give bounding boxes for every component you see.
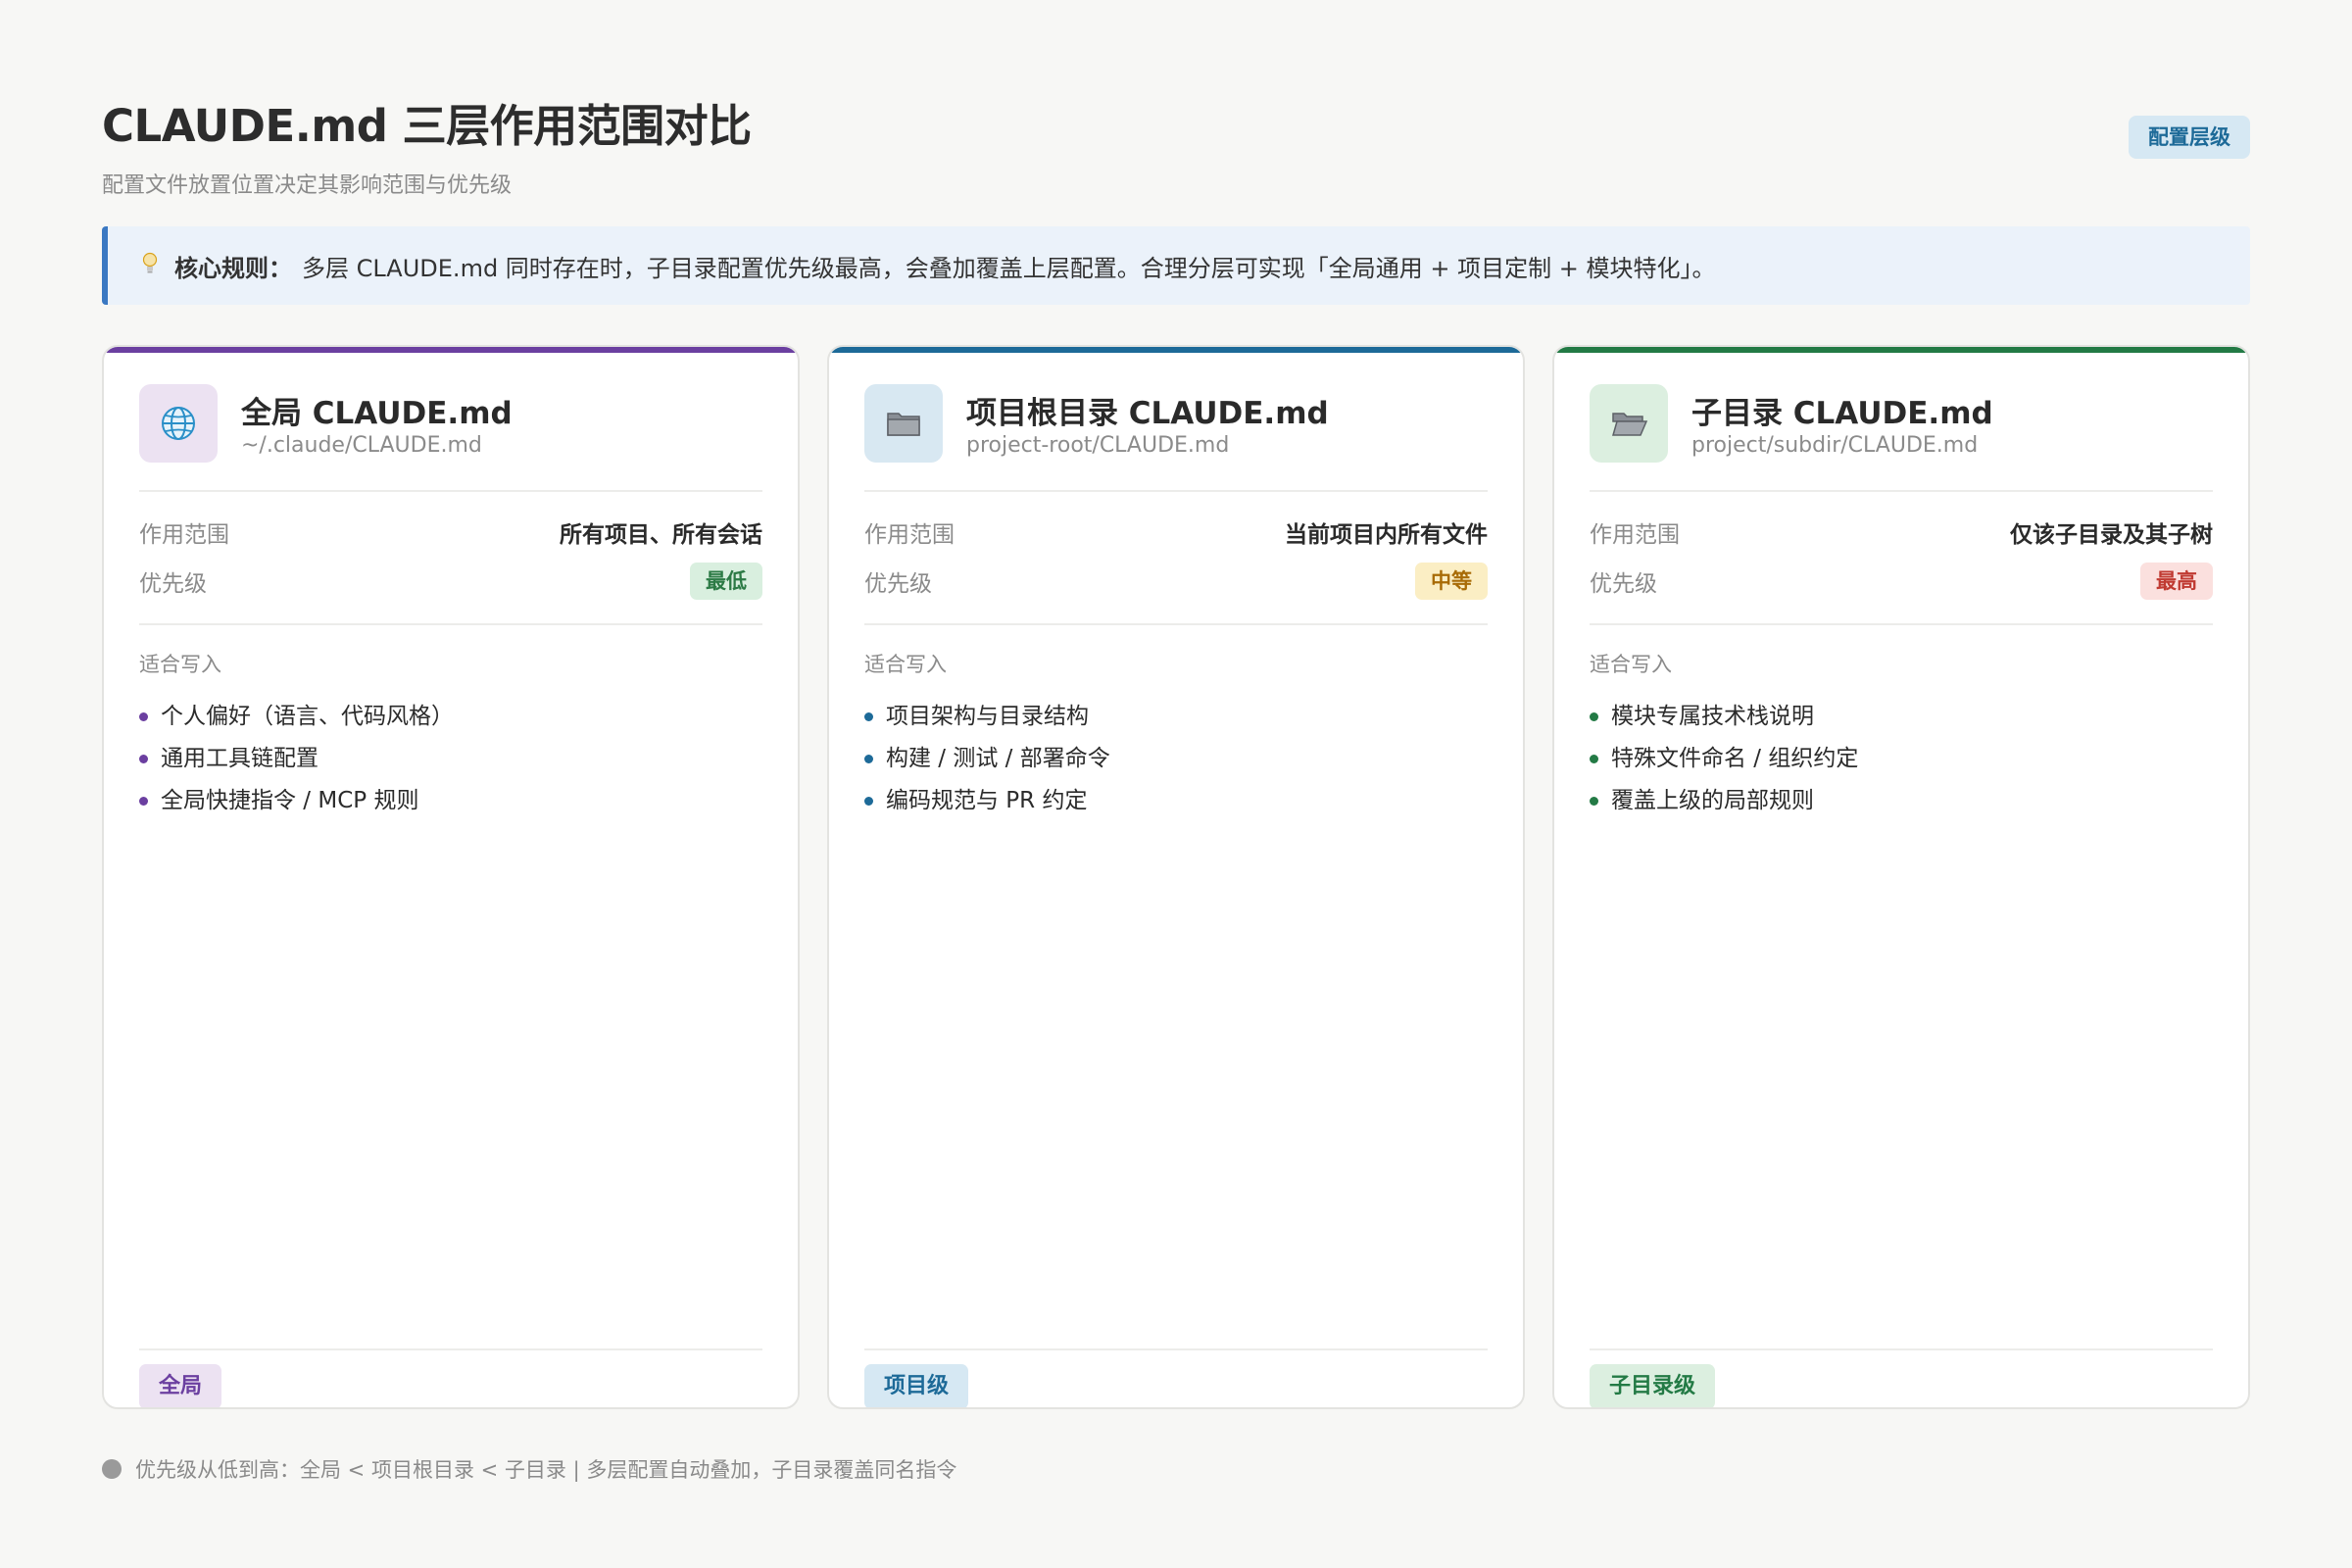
bullet-dot [139,797,148,806]
gray-dot-icon [102,1459,122,1479]
scope-value: 所有项目、所有会话 [560,522,762,548]
open-folder-icon [1590,384,1668,463]
lightbulb-icon [141,252,159,280]
card-title: 项目根目录 CLAUDE.md [966,396,1329,431]
card-path: ~/.claude/CLAUDE.md [241,433,482,458]
priority-label: 优先级 [1590,571,1657,597]
bullet-dot [864,797,873,806]
divider [864,623,1488,625]
divider [864,1348,1488,1350]
card-title: 子目录 CLAUDE.md [1691,396,1993,431]
card-footer: 项目级 [864,1348,1488,1407]
suitable-list: 个人偏好（语言、代码风格） 通用工具链配置 全局快捷指令 / MCP 规则 [139,696,762,822]
card-title: 全局 CLAUDE.md [241,396,513,431]
scope-label: 作用范围 [139,522,229,548]
list-item: 全局快捷指令 / MCP 规则 [139,780,762,822]
card-path: project/subdir/CLAUDE.md [1691,433,1979,458]
card-subdir: 子目录 CLAUDE.md project/subdir/CLAUDE.md 作… [1552,345,2250,1409]
card-footer: 子目录级 [1590,1348,2213,1407]
divider [139,490,762,492]
page: CLAUDE.md 三层作用范围对比 配置文件放置位置决定其影响范围与优先级 配… [0,0,2352,1568]
suitable-list: 项目架构与目录结构 构建 / 测试 / 部署命令 编码规范与 PR 约定 [864,696,1488,822]
bullet-dot [1590,797,1598,806]
priority-row: 优先级 最高 [1590,555,2213,604]
scope-row: 作用范围 所有项目、所有会话 [139,506,762,555]
divider [139,623,762,625]
list-item: 项目架构与目录结构 [864,696,1488,738]
card-accent-bar [829,347,1523,353]
bullet-dot [139,712,148,721]
list-item: 构建 / 测试 / 部署命令 [864,738,1488,780]
level-tag: 全局 [139,1364,222,1407]
divider [864,490,1488,492]
list-item: 特殊文件命名 / 组织约定 [1590,738,2213,780]
card-accent-bar [1554,347,2248,353]
priority-label: 优先级 [864,571,932,597]
card-accent-bar [104,347,798,353]
scope-value: 当前项目内所有文件 [1285,522,1488,548]
header: CLAUDE.md 三层作用范围对比 配置文件放置位置决定其影响范围与优先级 配… [102,90,2250,198]
divider [1590,490,2213,492]
scope-label: 作用范围 [1590,522,1680,548]
card-path: project-root/CLAUDE.md [966,433,1230,458]
footer-note: 优先级从低到高：全局 < 项目根目录 < 子目录 | 多层配置自动叠加，子目录覆… [102,1454,956,1484]
list-item: 个人偏好（语言、代码风格） [139,696,762,738]
scope-value: 仅该子目录及其子树 [2010,522,2213,548]
priority-badge: 最高 [2140,563,2213,600]
config-level-badge: 配置层级 [2129,116,2250,159]
bullet-dot [139,755,148,763]
folder-icon [864,384,943,463]
list-item: 模块专属技术栈说明 [1590,696,2213,738]
suitable-label: 适合写入 [864,653,947,676]
bullet-dot [1590,712,1598,721]
page-subtitle: 配置文件放置位置决定其影响范围与优先级 [102,173,513,198]
list-item: 覆盖上级的局部规则 [1590,780,2213,822]
scope-row: 作用范围 当前项目内所有文件 [864,506,1488,555]
priority-badge: 最低 [690,563,762,600]
priority-label: 优先级 [139,571,207,597]
card-global: 全局 CLAUDE.md ~/.claude/CLAUDE.md 作用范围 所有… [102,345,800,1409]
suitable-label: 适合写入 [139,653,221,676]
level-tag: 子目录级 [1590,1364,1716,1407]
list-item: 通用工具链配置 [139,738,762,780]
globe-icon [139,384,218,463]
scope-row: 作用范围 仅该子目录及其子树 [1590,506,2213,555]
priority-badge: 中等 [1415,563,1488,600]
core-rule-callout: 核心规则： 多层 CLAUDE.md 同时存在时，子目录配置优先级最高，会叠加覆… [102,226,2250,305]
scope-label: 作用范围 [864,522,955,548]
priority-row: 优先级 最低 [139,555,762,604]
card-project-root: 项目根目录 CLAUDE.md project-root/CLAUDE.md 作… [827,345,1525,1409]
divider [1590,1348,2213,1350]
divider [1590,623,2213,625]
suitable-label: 适合写入 [1590,653,1672,676]
list-item: 编码规范与 PR 约定 [864,780,1488,822]
bullet-dot [864,755,873,763]
divider [139,1348,762,1350]
card-footer: 全局 [139,1348,762,1407]
suitable-list: 模块专属技术栈说明 特殊文件命名 / 组织约定 覆盖上级的局部规则 [1590,696,2213,822]
level-tag: 项目级 [864,1364,969,1407]
bullet-dot [864,712,873,721]
cards-container: 全局 CLAUDE.md ~/.claude/CLAUDE.md 作用范围 所有… [102,345,2250,1409]
footer-text: 优先级从低到高：全局 < 项目根目录 < 子目录 | 多层配置自动叠加，子目录覆… [135,1458,957,1482]
bullet-dot [1590,755,1598,763]
priority-row: 优先级 中等 [864,555,1488,604]
core-rule-text: 多层 CLAUDE.md 同时存在时，子目录配置优先级最高，会叠加覆盖上层配置。… [302,254,1716,282]
page-title: CLAUDE.md 三层作用范围对比 [102,100,752,152]
core-rule-label: 核心规则： [174,254,292,282]
